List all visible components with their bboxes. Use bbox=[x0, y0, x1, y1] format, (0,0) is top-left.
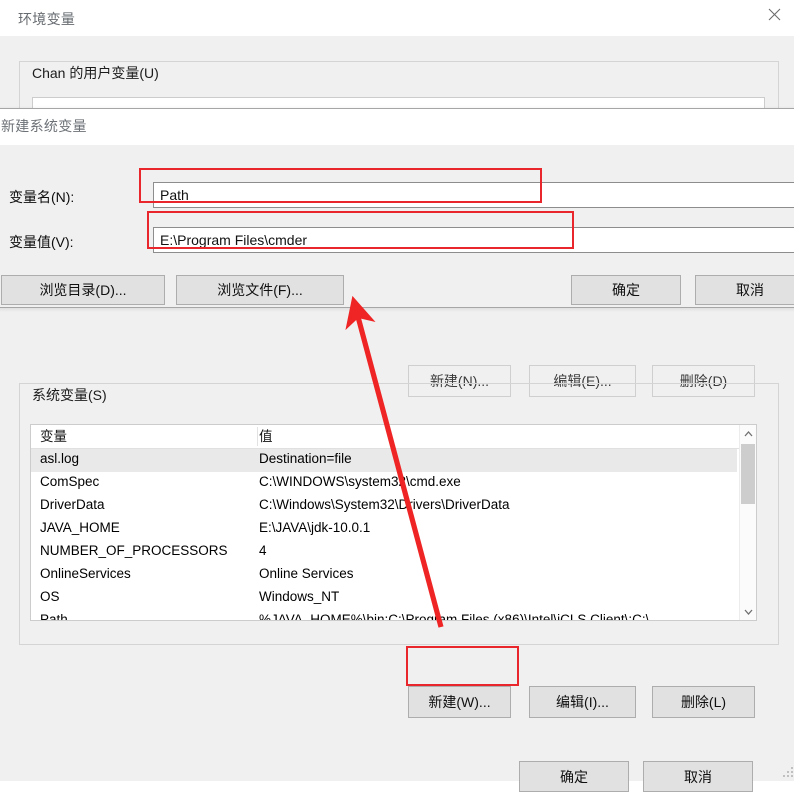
inner-title-bar: 新建系统变量 bbox=[0, 109, 794, 145]
variable-name-label: 变量名(N): bbox=[9, 189, 75, 205]
table-row[interactable]: ComSpec C:\WINDOWS\system32\cmd.exe bbox=[31, 472, 737, 495]
inner-ok-button[interactable]: 确定 bbox=[571, 275, 681, 305]
cell-value: C:\Windows\System32\Drivers\DriverData bbox=[259, 497, 510, 512]
outer-title-bar: 环境变量 bbox=[0, 0, 794, 36]
cell-variable: Path bbox=[40, 612, 68, 621]
close-icon[interactable] bbox=[751, 0, 794, 29]
cell-variable: OS bbox=[40, 589, 60, 604]
chevron-down-icon[interactable] bbox=[740, 603, 756, 620]
system-variables-rows: asl.log Destination=file ComSpec C:\WINDOWS… bbox=[31, 449, 737, 621]
variable-value-input[interactable]: E:\Program Files\cmder bbox=[153, 227, 794, 253]
new-system-variable-dialog: 新建系统变量 变量名(N): Path 变量值(V): E:\Program F… bbox=[0, 108, 794, 308]
variable-value-label: 变量值(V): bbox=[9, 234, 74, 250]
table-row[interactable]: JAVA_HOME E:\JAVA\jdk-10.0.1 bbox=[31, 518, 737, 541]
cell-variable: NUMBER_OF_PROCESSORS bbox=[40, 543, 228, 558]
table-row[interactable]: asl.log Destination=file bbox=[31, 449, 737, 472]
cell-variable: OnlineServices bbox=[40, 566, 131, 581]
cell-value: 4 bbox=[259, 543, 267, 558]
column-header-value[interactable]: 值 bbox=[259, 428, 729, 448]
system-variables-label: 系统变量(S) bbox=[26, 387, 113, 403]
cell-value: Online Services bbox=[259, 566, 354, 581]
user-variables-label: Chan 的用户变量(U) bbox=[26, 65, 165, 81]
variable-name-input[interactable]: Path bbox=[153, 182, 794, 208]
table-row[interactable]: OS Windows_NT bbox=[31, 587, 737, 610]
cell-value: Windows_NT bbox=[259, 589, 340, 604]
cell-variable: ComSpec bbox=[40, 474, 100, 489]
inner-dialog-title: 新建系统变量 bbox=[1, 118, 87, 134]
table-row[interactable]: DriverData C:\Windows\System32\Drivers\Dr… bbox=[31, 495, 737, 518]
cell-variable: JAVA_HOME bbox=[40, 520, 120, 535]
resize-grip-icon[interactable] bbox=[782, 766, 794, 778]
cell-value: C:\WINDOWS\system32\cmd.exe bbox=[259, 474, 461, 489]
table-row[interactable]: OnlineServices Online Services bbox=[31, 564, 737, 587]
chevron-up-icon[interactable] bbox=[740, 425, 756, 442]
cell-variable: DriverData bbox=[40, 497, 105, 512]
cell-value: %JAVA_HOME%\bin;C:\Program Files (x86)\I… bbox=[259, 612, 650, 621]
browse-directory-button[interactable]: 浏览目录(D)... bbox=[1, 275, 165, 305]
inner-cancel-button[interactable]: 取消 bbox=[695, 275, 794, 305]
cell-value: E:\JAVA\jdk-10.0.1 bbox=[259, 520, 371, 535]
outer-dialog-title: 环境变量 bbox=[18, 11, 76, 27]
list-scrollbar[interactable] bbox=[739, 425, 756, 620]
scrollbar-thumb[interactable] bbox=[741, 444, 755, 504]
system-edit-button[interactable]: 编辑(I)... bbox=[529, 686, 636, 718]
table-row[interactable]: NUMBER_OF_PROCESSORS 4 bbox=[31, 541, 737, 564]
table-row[interactable]: Path %JAVA_HOME%\bin;C:\Program Files (x8… bbox=[31, 610, 737, 621]
system-delete-button[interactable]: 删除(L) bbox=[652, 686, 755, 718]
system-new-button[interactable]: 新建(W)... bbox=[408, 686, 511, 718]
inner-dialog-body: 变量名(N): Path 变量值(V): E:\Program Files\cm… bbox=[0, 145, 794, 307]
system-variables-list[interactable]: 变量 值 asl.log Destination=file ComSpec C:\WI… bbox=[30, 424, 757, 621]
system-variables-header: 变量 值 bbox=[31, 425, 756, 449]
cell-value: Destination=file bbox=[259, 451, 352, 466]
browse-file-button[interactable]: 浏览文件(F)... bbox=[176, 275, 344, 305]
column-divider[interactable] bbox=[257, 427, 258, 446]
column-header-variable[interactable]: 变量 bbox=[40, 428, 258, 448]
cell-variable: asl.log bbox=[40, 451, 80, 466]
